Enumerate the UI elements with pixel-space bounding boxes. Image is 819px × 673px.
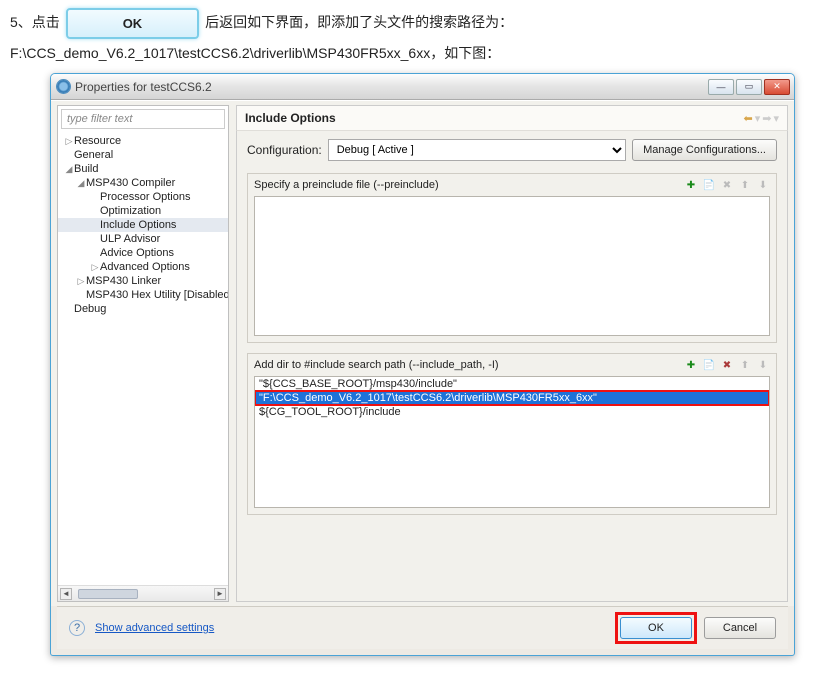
includepath-group: Add dir to #include search path (--inclu… [247,353,777,515]
tree-resource[interactable]: ▷Resource [58,134,228,148]
add-icon[interactable]: ✚ [684,358,698,372]
left-panel: type filter text ▷Resource General ◢Buil… [57,105,229,602]
configuration-select[interactable]: Debug [ Active ] [328,139,626,161]
add-icon[interactable]: ✚ [684,178,698,192]
nav-fwd-icon[interactable]: ➡ [762,112,771,125]
right-panel: Include Options ⬅ ▾ ➡ ▾ Configuration: D… [236,105,788,602]
ok-highlight: OK [618,615,694,641]
configuration-row: Configuration: Debug [ Active ] Manage C… [247,139,777,161]
tree-proc[interactable]: Processor Options [58,190,228,204]
maximize-button[interactable]: ▭ [736,79,762,95]
properties-dialog: Properties for testCCS6.2 — ▭ ✕ type fil… [50,73,795,656]
show-advanced-link[interactable]: Show advanced settings [95,622,214,634]
down-icon[interactable]: ⬇ [756,358,770,372]
doc-step-line: 5、点击 OK 后返回如下界面，即添加了头文件的搜索路径为： [0,0,819,43]
tree-opt[interactable]: Optimization [58,204,228,218]
down-icon[interactable]: ⬇ [756,178,770,192]
tree-hscrollbar[interactable]: ◄ ► [58,585,228,601]
tree-compiler[interactable]: ◢MSP430 Compiler [58,176,228,190]
includepath-label: Add dir to #include search path (--inclu… [254,359,499,371]
window-title: Properties for testCCS6.2 [75,80,212,94]
tree-general[interactable]: General [58,148,228,162]
tree-linker[interactable]: ▷MSP430 Linker [58,274,228,288]
tree-hex[interactable]: MSP430 Hex Utility [Disabled [58,288,228,302]
minimize-button[interactable]: — [708,79,734,95]
panel-header: Include Options ⬅ ▾ ➡ ▾ [236,105,788,131]
help-icon[interactable]: ? [69,620,85,636]
close-button[interactable]: ✕ [764,79,790,95]
nav-arrows: ⬅ ▾ ➡ ▾ [744,112,780,125]
preinclude-list[interactable] [254,196,770,336]
list-item[interactable]: ${CG_TOOL_ROOT}/include [255,405,769,419]
step-suffix: 后返回如下界面，即添加了头文件的搜索路径为： [205,14,513,30]
nav-fwd-menu-icon[interactable]: ▾ [773,112,779,125]
delete-icon[interactable]: ✖ [720,178,734,192]
tree-advanced[interactable]: ▷Advanced Options [58,260,228,274]
ok-button[interactable]: OK [620,617,692,639]
nav-back-icon[interactable]: ⬅ [744,112,753,125]
titlebar[interactable]: Properties for testCCS6.2 — ▭ ✕ [51,74,794,100]
nav-back-menu-icon[interactable]: ▾ [755,112,761,125]
dialog-footer: ? Show advanced settings OK Cancel [57,606,788,649]
includepath-list[interactable]: "${CCS_BASE_ROOT}/msp430/include" "F:\CC… [254,376,770,508]
filter-input[interactable]: type filter text [61,109,225,129]
scroll-thumb[interactable] [78,589,138,599]
cancel-button[interactable]: Cancel [704,617,776,639]
tree-debug[interactable]: Debug [58,302,228,316]
doc-path-line: F:\CCS_demo_V6.2_1017\testCCS6.2\driverl… [0,43,819,73]
panel-title: Include Options [245,111,336,125]
gear-icon [57,80,70,93]
up-icon[interactable]: ⬆ [738,358,752,372]
configuration-label: Configuration: [247,143,322,157]
file-icon[interactable]: 📄 [702,178,716,192]
tree-advice[interactable]: Advice Options [58,246,228,260]
tree-build[interactable]: ◢Build [58,162,228,176]
tree-ulp[interactable]: ULP Advisor [58,232,228,246]
ok-pill-illustration: OK [66,8,200,39]
delete-icon[interactable]: ✖ [720,358,734,372]
list-item[interactable]: "${CCS_BASE_ROOT}/msp430/include" [255,377,769,391]
list-item-selected[interactable]: "F:\CCS_demo_V6.2_1017\testCCS6.2\driver… [255,391,769,405]
nav-tree[interactable]: ▷Resource General ◢Build ◢MSP430 Compile… [58,132,228,585]
scroll-right-icon[interactable]: ► [214,588,226,600]
file-icon[interactable]: 📄 [702,358,716,372]
preinclude-label: Specify a preinclude file (--preinclude) [254,179,439,191]
up-icon[interactable]: ⬆ [738,178,752,192]
scroll-left-icon[interactable]: ◄ [60,588,72,600]
manage-configurations-button[interactable]: Manage Configurations... [632,139,777,161]
preinclude-group: Specify a preinclude file (--preinclude)… [247,173,777,343]
step-prefix: 5、点击 [10,14,60,30]
tree-include[interactable]: Include Options [58,218,228,232]
